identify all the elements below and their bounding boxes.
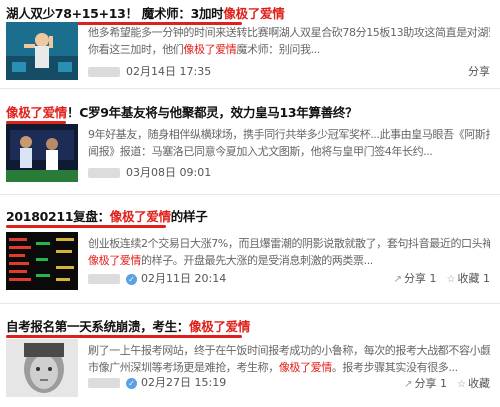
title-text: 湖人双少78+15+13！ 魔术师：3加时 (6, 6, 224, 21)
highlight-keyword: 像极了爱情 (189, 319, 251, 334)
article-actions: ↗ 分享 1 ☆ 收藏 (394, 376, 490, 392)
share-button[interactable]: ↗ 分享 1 (394, 271, 437, 288)
publish-date: 02月27日 15:19 (141, 376, 227, 389)
highlight-keyword: 像极了爱情 (6, 105, 68, 120)
star-icon: ☆ (446, 274, 456, 285)
snippet-line: 刷了一上午报考网站，终于在午饭时间报考成功的小鲁称，每次的报考大战都不容小觑，尤… (88, 342, 490, 359)
article-thumbnail[interactable] (6, 339, 78, 397)
action-label: 收藏 1 (457, 272, 491, 285)
article-actions: ↗ 分享 1 ☆ 收藏 1 (384, 271, 490, 287)
article-title-link[interactable]: 像极了爱情！C罗9年基友将与他聚都灵，效力皇马13年算善终？ (6, 104, 358, 122)
title-text: 20180211复盘： (6, 209, 110, 224)
highlight-keyword: 像极了爱情 (109, 209, 171, 224)
article-meta: 02月14日 17:35 (88, 65, 211, 79)
article-thumbnail[interactable] (6, 124, 78, 182)
action-label: 分享 (468, 65, 490, 78)
snippet-line: 像极了爱情的样子。开盘最先大涨的是受消息刺激的两类票... (88, 252, 490, 269)
snippet-text: 9年好基友，随身相伴纵横球场，携手同行共举多少冠军奖杯...此事由皇马眼吾《阿斯… (88, 128, 490, 141)
verified-icon: ✓ (126, 377, 137, 389)
verified-icon: ✓ (126, 273, 137, 285)
share-icon: ↗ (404, 379, 413, 390)
title-underline-mark (6, 335, 242, 338)
article-divider (0, 88, 500, 89)
favorite-button[interactable]: ☆ 收藏 (457, 376, 490, 393)
snippet-text: 他多希望能多一分钟的时间来送转比赛啊湖人双星合砍78分15板13助攻这简直是对湖… (88, 26, 490, 39)
news-feed: 湖人双少78+15+13！ 魔术师：3加时像极了爱情 他多希望能多一分钟的时间来送… (0, 0, 500, 407)
action-label: 分享 1 (414, 377, 448, 390)
highlight-keyword: 像极了爱情 (223, 6, 285, 21)
article-actions: 分享 (458, 64, 490, 80)
highlight-keyword: 像极了爱情 (183, 43, 237, 56)
snippet-line: 你看这三加时，他们像极了爱情魔术师：别问我... (88, 41, 490, 58)
snippet-line: 9年好基友，随身相伴纵横球场，携手同行共举多少冠军奖杯...此事由皇马眼吾《阿斯… (88, 126, 490, 143)
highlight-keyword: 像极了爱情 (278, 361, 332, 374)
highlight-keyword: 像极了爱情 (88, 254, 141, 267)
source-name-blurred[interactable] (88, 168, 120, 178)
snippet-text: 刷了一上午报考网站，终于在午饭时间报考成功的小鲁称，每次的报考大战都不容小觑，尤… (88, 344, 490, 357)
article-snippet: 他多希望能多一分钟的时间来送转比赛啊湖人双星合砍78分15板13助攻这简直是对湖… (88, 24, 490, 58)
snippet-text: 魔术师：别问我... (236, 43, 320, 56)
snippet-text: 闻报》报道：马塞洛已同意今夏加入尤文图斯，他将与皇甲门签4年长约... (88, 145, 433, 158)
star-icon: ☆ (457, 379, 466, 390)
article-meta: ✓ 02月11日 20:14 (88, 272, 226, 286)
snippet-text: 创业板连续2个交易日大涨7%，而且爆雷潮的阴影说散就散了，套句抖音最近的口头禅，… (88, 237, 490, 250)
share-button[interactable]: ↗ 分享 1 (404, 376, 447, 393)
article-meta: 03月08日 09:01 (88, 166, 211, 180)
title-text: ！C罗9年基友将与他聚都灵，效力皇马13年算善终？ (67, 105, 358, 120)
publish-date: 02月11日 20:14 (141, 272, 227, 285)
article-title-link[interactable]: 湖人双少78+15+13！ 魔术师：3加时像极了爱情 (6, 5, 285, 23)
title-text: 的样子 (170, 209, 208, 224)
publish-date: 02月14日 17:35 (126, 65, 212, 78)
share-button[interactable]: 分享 (468, 64, 490, 80)
article-meta: ✓ 02月27日 15:19 (88, 376, 226, 390)
share-icon: ↗ (393, 274, 403, 285)
snippet-text: 像广州深圳等考场更是难抢，考生称， (98, 361, 280, 374)
snippet-text: 的样子。开盘最先大涨的是受消息刺激的两类票... (141, 254, 373, 267)
action-label: 分享 1 (404, 272, 437, 285)
article-title-link[interactable]: 20180211复盘：像极了爱情的样子 (6, 208, 208, 226)
title-underline-mark (6, 225, 166, 228)
snippet-text: 市 (88, 361, 99, 374)
article-title-link[interactable]: 自考报名第一天系统崩溃，考生：像极了爱情 (6, 318, 250, 336)
source-name-blurred[interactable] (88, 67, 120, 77)
snippet-line: 他多希望能多一分钟的时间来送转比赛啊湖人双星合砍78分15板13助攻这简直是对湖… (88, 24, 490, 41)
publish-date: 03月08日 09:01 (126, 166, 212, 179)
snippet-text: 你看这三加时，他们 (88, 43, 184, 56)
action-label: 收藏 (468, 377, 490, 390)
article-thumbnail[interactable] (6, 22, 78, 80)
article-divider (0, 303, 500, 304)
source-name-blurred[interactable] (88, 378, 120, 388)
article-snippet: 9年好基友，随身相伴纵横球场，携手同行共举多少冠军奖杯...此事由皇马眼吾《阿斯… (88, 126, 490, 160)
article-divider (0, 194, 500, 195)
favorite-button[interactable]: ☆ 收藏 1 (447, 271, 490, 288)
snippet-text: 。报考步骤其实没有很多... (331, 361, 458, 374)
snippet-line: 市像广州深圳等考场更是难抢，考生称，像极了爱情。报考步骤其实没有很多... (88, 359, 490, 376)
article-thumbnail[interactable] (6, 232, 78, 290)
title-text: 自考报名第一天系统崩溃，考生： (6, 319, 190, 334)
article-snippet: 刷了一上午报考网站，终于在午饭时间报考成功的小鲁称，每次的报考大战都不容小觑，尤… (88, 342, 490, 376)
article-snippet: 创业板连续2个交易日大涨7%，而且爆雷潮的阴影说散就散了，套句抖音最近的口头禅，… (88, 235, 490, 269)
source-name-blurred[interactable] (88, 274, 120, 284)
snippet-line: 闻报》报道：马塞洛已同意今夏加入尤文图斯，他将与皇甲门签4年长约... (88, 143, 490, 160)
snippet-line: 创业板连续2个交易日大涨7%，而且爆雷潮的阴影说散就散了，套句抖音最近的口头禅，… (88, 235, 490, 252)
